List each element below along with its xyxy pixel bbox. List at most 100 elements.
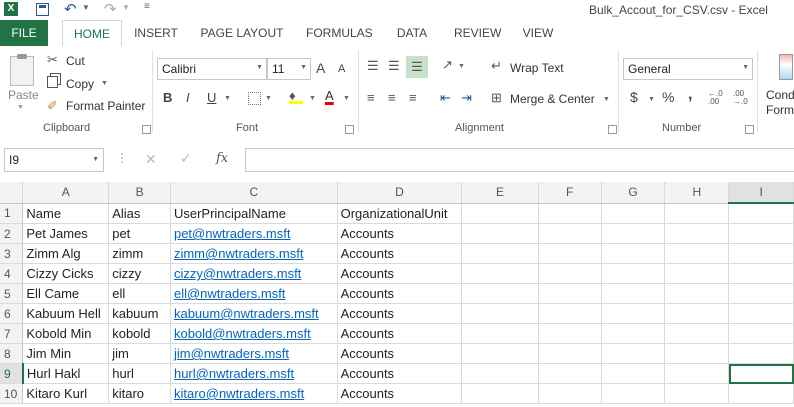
column-header-c[interactable]: C [170,182,338,204]
cell-c7[interactable]: kobold@nwtraders.msft [170,323,338,344]
row-header-9[interactable]: 9 [0,363,24,384]
number-format-select[interactable]: General ▼ [623,58,753,80]
currency-button[interactable]: $ [630,89,638,105]
cell-h7[interactable] [664,323,730,344]
cell-e2[interactable] [461,223,539,244]
cell-g4[interactable] [601,263,666,284]
borders-icon[interactable] [248,92,261,105]
wrap-text-button[interactable]: Wrap Text [510,61,564,75]
align-left-icon[interactable]: ≡ [367,90,375,105]
cell-i10[interactable] [728,383,794,404]
tab-file[interactable]: FILE [0,20,48,46]
cell-i1[interactable] [728,203,794,224]
cell-e10[interactable] [461,383,539,404]
orientation-icon[interactable]: ↗ [442,57,453,73]
cell-b7[interactable]: kobold [108,323,171,344]
cell-h10[interactable] [664,383,730,404]
cell-b9[interactable]: hurl [108,363,171,384]
row-header-7[interactable]: 7 [0,323,24,344]
cell-g9[interactable] [601,363,666,384]
cell-b3[interactable]: zimm [108,243,171,264]
cell-h2[interactable] [664,223,730,244]
cell-f1[interactable] [538,203,602,224]
cut-icon[interactable]: ✂ [47,52,58,68]
cell-a2[interactable]: Pet James [22,223,110,244]
tab-data[interactable]: DATA [394,20,430,46]
copy-button[interactable]: Copy [66,77,94,91]
cell-f4[interactable] [538,263,602,284]
cell-e5[interactable] [461,283,539,304]
undo-icon[interactable]: ↶ [64,0,77,18]
number-launcher-icon[interactable] [745,125,754,134]
format-as-table-button[interactable]: Forma [766,103,794,117]
paste-dropdown-icon[interactable]: ▼ [17,104,24,111]
cell-c2[interactable]: pet@nwtraders.msft [170,223,338,244]
increase-decimal-icon[interactable]: ←.0.00 [708,90,723,106]
format-painter-button[interactable]: Format Painter [66,99,145,113]
redo-dropdown-icon[interactable]: ▼ [122,3,130,12]
cell-h3[interactable] [664,243,730,264]
cell-c3[interactable]: zimm@nwtraders.msft [170,243,338,264]
cell-f9[interactable] [538,363,602,384]
cell-c9[interactable]: hurl@nwtraders.msft [170,363,338,384]
cell-g10[interactable] [601,383,666,404]
cell-i4[interactable] [728,263,794,284]
cell-e9[interactable] [461,363,539,384]
cell-g1[interactable] [601,203,666,224]
cell-i8[interactable] [728,343,794,364]
tab-home[interactable]: HOME [62,20,122,48]
cell-g6[interactable] [601,303,666,324]
cut-button[interactable]: Cut [66,54,85,68]
cell-d6[interactable]: Accounts [337,303,463,324]
column-header-e[interactable]: E [461,182,539,204]
insert-function-icon[interactable]: fx [216,151,228,166]
cell-f3[interactable] [538,243,602,264]
italic-button[interactable]: I [186,90,190,105]
cell-d1[interactable]: OrganizationalUnit [337,203,463,224]
cell-c5[interactable]: ell@nwtraders.msft [170,283,338,304]
cell-b10[interactable]: kitaro [108,383,171,404]
undo-dropdown-icon[interactable]: ▼ [82,3,90,12]
cell-h8[interactable] [664,343,730,364]
cell-d9[interactable]: Accounts [337,363,463,384]
merge-center-icon[interactable]: ⊞ [491,90,502,106]
cell-b4[interactable]: cizzy [108,263,171,284]
number-format-dropdown-icon[interactable]: ▼ [742,64,749,71]
decrease-indent-icon[interactable]: ⇤ [440,90,451,106]
cell-f5[interactable] [538,283,602,304]
row-header-2[interactable]: 2 [0,223,24,244]
cell-c10[interactable]: kitaro@nwtraders.msft [170,383,338,404]
borders-dropdown-icon[interactable]: ▼ [265,95,272,102]
column-header-i[interactable]: I [728,182,794,204]
clipboard-launcher-icon[interactable] [142,125,151,134]
tab-formulas[interactable]: FORMULAS [306,20,373,46]
cell-f2[interactable] [538,223,602,244]
cell-c1[interactable]: UserPrincipalName [170,203,338,224]
font-color-icon[interactable]: A [325,88,334,103]
conditional-formatting-icon[interactable] [779,54,793,80]
cell-i7[interactable] [728,323,794,344]
row-header-6[interactable]: 6 [0,303,24,324]
column-header-d[interactable]: D [337,182,463,204]
merge-center-dropdown-icon[interactable]: ▼ [603,96,610,103]
copy-icon[interactable] [47,76,58,88]
comma-button[interactable]: , [688,86,692,104]
row-header-8[interactable]: 8 [0,343,24,364]
cell-d5[interactable]: Accounts [337,283,463,304]
cell-e7[interactable] [461,323,539,344]
cell-e3[interactable] [461,243,539,264]
cell-h4[interactable] [664,263,730,284]
cell-g7[interactable] [601,323,666,344]
underline-dropdown-icon[interactable]: ▼ [224,95,231,102]
cell-f10[interactable] [538,383,602,404]
save-icon[interactable] [36,3,49,16]
redo-icon[interactable]: ↷ [104,0,117,18]
cell-a4[interactable]: Cizzy Cicks [22,263,110,284]
cell-f7[interactable] [538,323,602,344]
cell-c6[interactable]: kabuum@nwtraders.msft [170,303,338,324]
cell-i9[interactable] [728,363,794,384]
cell-b6[interactable]: kabuum [108,303,171,324]
orientation-dropdown-icon[interactable]: ▼ [458,63,465,70]
cell-e8[interactable] [461,343,539,364]
font-launcher-icon[interactable] [345,125,354,134]
